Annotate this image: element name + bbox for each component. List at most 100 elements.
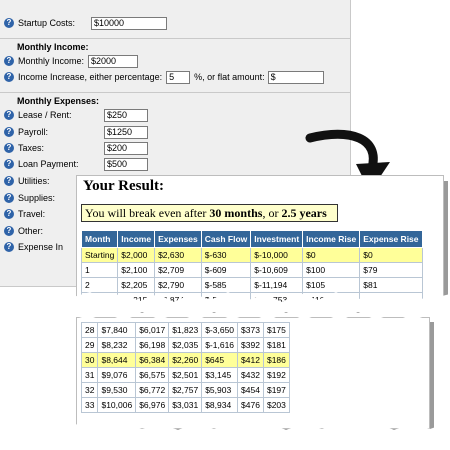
- table-cell: $0: [302, 247, 361, 263]
- break-even-months: 30 months: [209, 206, 263, 220]
- table-cell: $0: [359, 247, 423, 263]
- break-even-prefix: You will break even after: [85, 206, 210, 220]
- other-row: ? Other:: [4, 224, 43, 238]
- table-cell: $203: [262, 397, 290, 413]
- divider: [0, 92, 350, 93]
- table-header-row: Month Income Expenses Cash Flow Investme…: [80, 230, 423, 248]
- table-cell: $6,017: [135, 322, 170, 338]
- supplies-row: ? Supplies:: [4, 191, 55, 205]
- table-cell: $186: [262, 352, 290, 368]
- break-even-years: 2.5 years: [281, 206, 327, 220]
- table-cell: $8,232: [97, 337, 137, 353]
- table-cell: $454: [237, 382, 264, 398]
- help-icon[interactable]: ?: [4, 143, 14, 153]
- table-row: 32 $9,530 $6,772 $2,757 $5,903 $454 $197: [80, 382, 290, 398]
- table-row: 31 $9,076 $6,575 $2,501 $3,145 $432 $192: [80, 367, 290, 383]
- table-cell: $3,031: [168, 397, 203, 413]
- help-icon[interactable]: ?: [4, 127, 14, 137]
- monthly-income-row: ? Monthly Income: $2000: [4, 54, 139, 68]
- result-panel-bottom: 28 $7,840 $6,017 $1,823 $-3,650 $373 $175 29 $8,…: [76, 317, 430, 429]
- income-increase-flat-input[interactable]: $: [267, 70, 324, 84]
- table-row: 29 $8,232 $6,198 $2,035 $-1,616 $392 $181: [80, 337, 290, 353]
- lease-row: ? Lease / Rent: $250: [4, 108, 148, 122]
- table-cell: $2,000: [117, 247, 156, 263]
- table-cell: $-3,650: [201, 322, 239, 338]
- table-cell: $181: [262, 337, 290, 353]
- results-table-bottom: 28 $7,840 $6,017 $1,823 $-3,650 $373 $175 29 $8,…: [80, 322, 290, 413]
- break-even-message: You will break even after 30 months, or …: [81, 204, 338, 222]
- loan-payment-label: Loan Payment:: [18, 159, 79, 169]
- help-icon[interactable]: ?: [4, 18, 14, 28]
- income-increase-percent-input[interactable]: 5: [166, 70, 191, 84]
- table-cell: $3,145: [201, 367, 239, 383]
- table-cell: $-10,000: [250, 247, 304, 263]
- payroll-row: ? Payroll: $1250: [4, 125, 148, 139]
- table-cell: $432: [237, 367, 264, 383]
- table-cell: Starting: [80, 247, 119, 263]
- table-cell: $2,100: [117, 262, 156, 278]
- help-icon[interactable]: ?: [4, 110, 14, 120]
- table-body-bottom: 28 $7,840 $6,017 $1,823 $-3,650 $373 $175 29 $8,…: [80, 322, 290, 413]
- column-header-income: Income: [117, 230, 156, 248]
- table-cell: $79: [359, 262, 423, 278]
- table-cell: $5,903: [201, 382, 239, 398]
- column-header-cash-flow: Cash Flow: [200, 230, 252, 248]
- table-cell: $175: [262, 322, 290, 338]
- result-panel: Your Result: You will break even after 3…: [76, 175, 444, 307]
- help-icon[interactable]: ?: [4, 193, 14, 203]
- table-cell: $392: [237, 337, 264, 353]
- table-cell: $9,530: [97, 382, 137, 398]
- help-icon[interactable]: ?: [4, 176, 14, 186]
- utilities-label: Utilities:: [18, 176, 50, 186]
- table-cell: $645: [201, 352, 239, 368]
- lease-input[interactable]: $250: [104, 108, 148, 122]
- table-cell: $2,035: [168, 337, 203, 353]
- table-cell: $2,757: [168, 382, 203, 398]
- payroll-input[interactable]: $1250: [104, 125, 148, 139]
- travel-label: Travel:: [18, 209, 46, 219]
- table-cell: $10,006: [97, 397, 137, 413]
- help-icon[interactable]: ?: [4, 56, 14, 66]
- table-cell: $6,976: [135, 397, 170, 413]
- table-cell: $412: [237, 352, 264, 368]
- table-cell: $7,840: [97, 322, 137, 338]
- table-cell: $8,934: [201, 397, 239, 413]
- taxes-label: Taxes:: [18, 143, 45, 153]
- column-header-month: Month: [80, 230, 119, 248]
- table-row: 33 $10,006 $6,976 $3,031 $8,934 $476 $203: [80, 397, 290, 413]
- table-cell: $476: [237, 397, 264, 413]
- table-cell: $1,823: [168, 322, 203, 338]
- startup-costs-row: ? Startup Costs: $10000: [4, 16, 168, 30]
- startup-costs-input[interactable]: $10000: [91, 16, 168, 30]
- help-icon[interactable]: ?: [4, 209, 14, 219]
- table-cell: $6,772: [135, 382, 170, 398]
- monthly-income-input[interactable]: $2000: [88, 54, 139, 68]
- torn-edge: [70, 421, 450, 450]
- loan-payment-row: ? Loan Payment: $500: [4, 157, 148, 171]
- divider: [0, 38, 350, 39]
- income-increase-row: ? Income Increase, either percentage: 5 …: [4, 70, 324, 84]
- startup-costs-label: Startup Costs:: [18, 18, 76, 28]
- table-cell: $6,384: [135, 352, 170, 368]
- travel-row: ? Travel:: [4, 207, 45, 221]
- supplies-label: Supplies:: [18, 193, 56, 203]
- table-cell: 1: [80, 262, 119, 278]
- table-cell: $-609: [200, 262, 252, 278]
- table-cell: $-10,609: [250, 262, 304, 278]
- help-icon[interactable]: ?: [4, 72, 14, 82]
- table-row: 28 $7,840 $6,017 $1,823 $-3,650 $373 $175: [80, 322, 290, 338]
- monthly-income-heading: Monthly Income:: [17, 42, 89, 52]
- table-cell: 29: [80, 337, 99, 353]
- table-cell: 31: [80, 367, 99, 383]
- income-increase-label: Income Increase, either percentage:: [18, 72, 163, 82]
- table-cell: $6,198: [135, 337, 170, 353]
- help-icon[interactable]: ?: [4, 159, 14, 169]
- table-row: 30 $8,644 $6,384 $2,260 $645 $412 $186: [80, 352, 290, 368]
- column-header-investment: Investment: [250, 230, 304, 248]
- help-icon[interactable]: ?: [4, 226, 14, 236]
- table-cell: $2,501: [168, 367, 203, 383]
- column-header-expense-rise: Expense Rise: [359, 230, 423, 248]
- loan-payment-input[interactable]: $500: [104, 157, 148, 171]
- help-icon[interactable]: ?: [4, 242, 14, 252]
- taxes-input[interactable]: $200: [104, 141, 148, 155]
